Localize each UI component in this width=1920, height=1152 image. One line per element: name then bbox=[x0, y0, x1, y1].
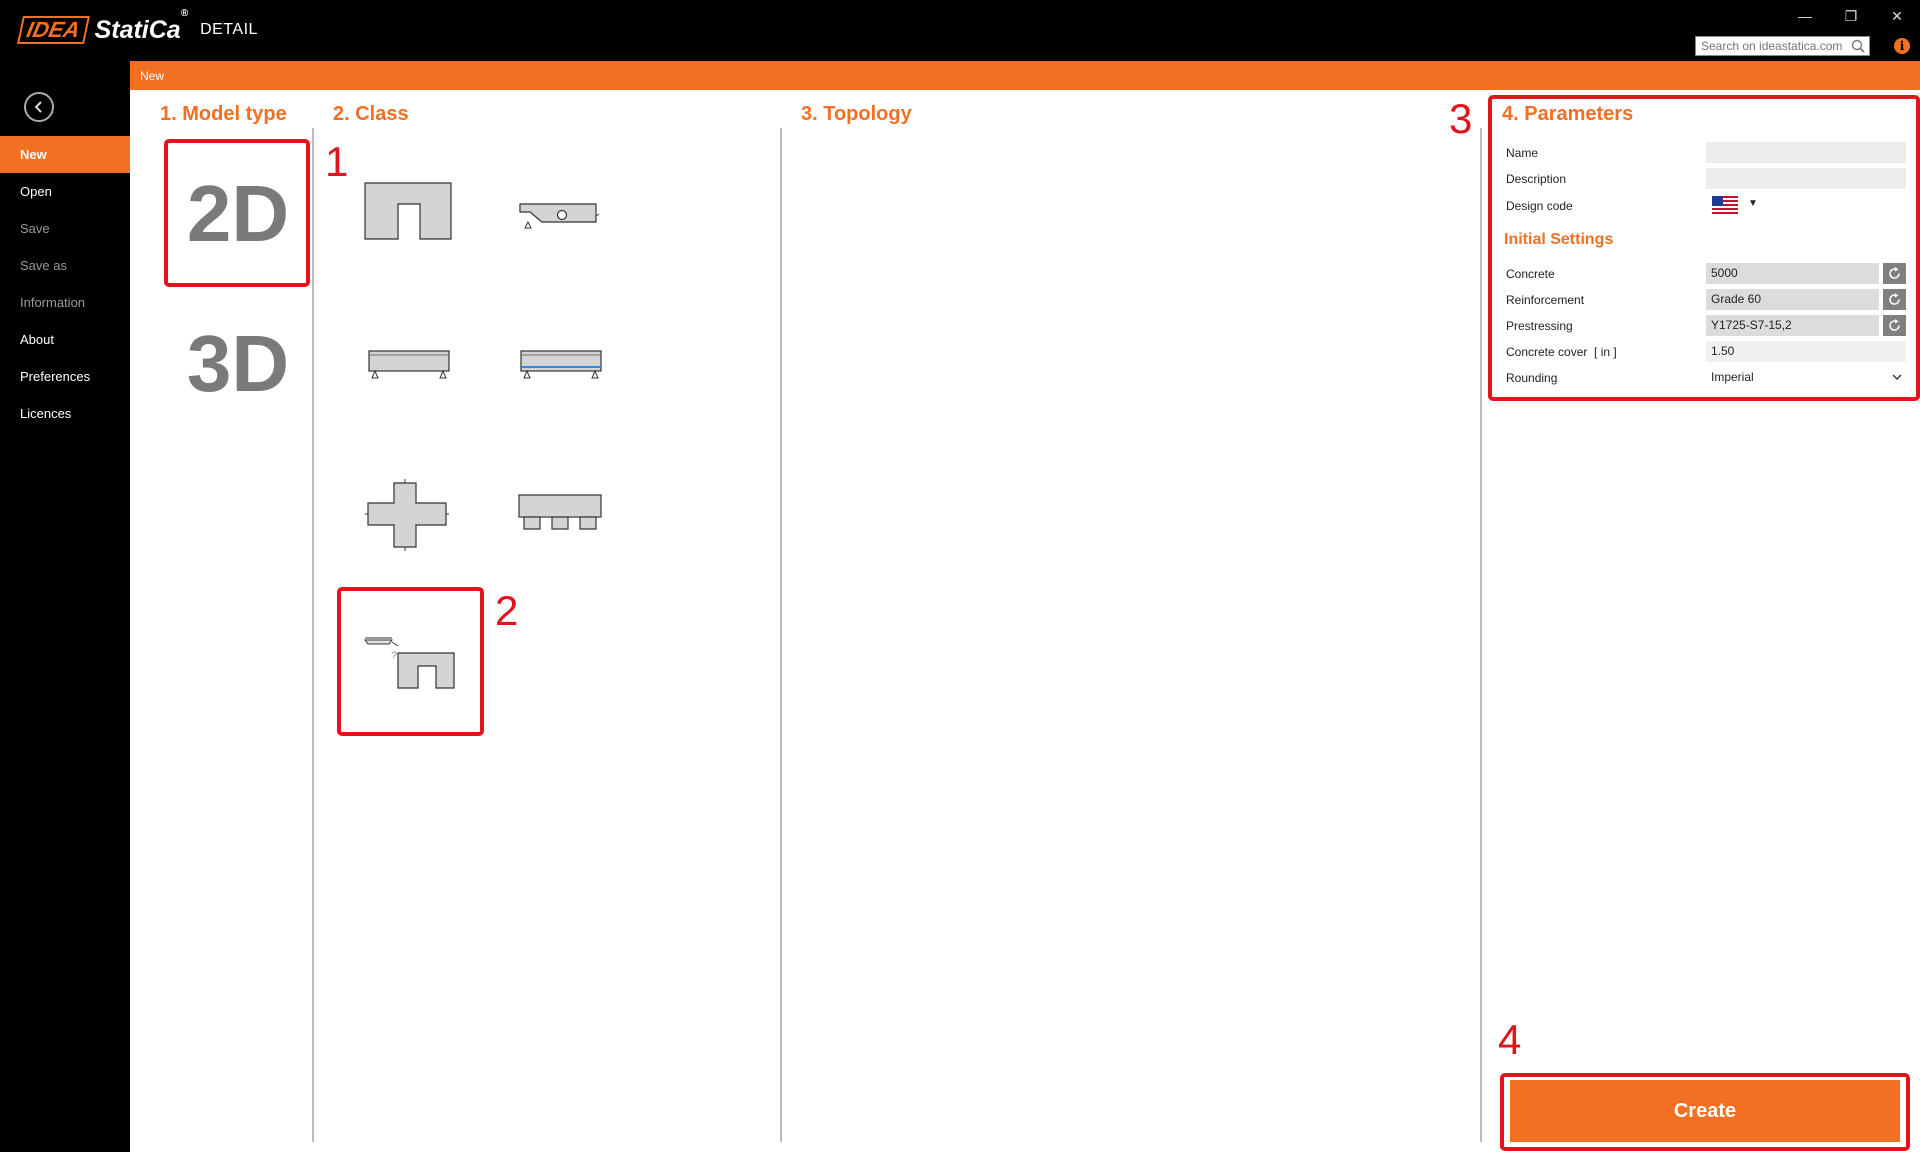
annotation-number: 2 bbox=[495, 587, 519, 634]
rounding-select[interactable]: Imperial bbox=[1706, 367, 1906, 388]
reinforcement-label: Reinforcement bbox=[1506, 293, 1585, 307]
sidebar-item-save[interactable]: Save bbox=[0, 210, 130, 247]
chevron-down-icon: ▼ bbox=[1748, 198, 1758, 209]
annotation-box-model-type bbox=[164, 139, 310, 287]
restore-button[interactable]: ❐ bbox=[1836, 6, 1866, 26]
annotation-number: 3 bbox=[1449, 95, 1473, 142]
chevron-down-icon bbox=[1892, 374, 1902, 380]
description-field[interactable] bbox=[1706, 168, 1906, 189]
class-pile-cap-icon[interactable] bbox=[516, 492, 604, 534]
rounding-value: Imperial bbox=[1711, 370, 1754, 384]
reinforcement-reset-button[interactable] bbox=[1883, 289, 1906, 310]
concrete-cover-label: Concrete cover [ in ] bbox=[1506, 345, 1617, 359]
section-title-model-type: 1. Model type bbox=[160, 103, 287, 125]
concrete-cover-field[interactable]: 1.50 bbox=[1706, 341, 1906, 362]
sidebar-item-preferences[interactable]: Preferences bbox=[0, 358, 130, 395]
concrete-cover-unit: [ in ] bbox=[1594, 345, 1617, 359]
design-code-label: Design code bbox=[1506, 199, 1573, 213]
close-button[interactable]: ✕ bbox=[1882, 6, 1912, 26]
column-divider bbox=[312, 128, 314, 1142]
class-prestressed-beam-icon[interactable] bbox=[518, 348, 604, 382]
name-label: Name bbox=[1506, 146, 1539, 160]
us-flag-icon bbox=[1712, 196, 1738, 214]
minimize-button[interactable]: — bbox=[1790, 6, 1820, 26]
breadcrumb-label: New bbox=[140, 69, 165, 83]
column-divider bbox=[780, 128, 782, 1142]
name-field[interactable] bbox=[1706, 142, 1906, 163]
annotation-box-class bbox=[337, 587, 484, 736]
reinforcement-field[interactable]: Grade 60 bbox=[1706, 289, 1879, 310]
chevron-left-icon bbox=[34, 101, 42, 113]
column-divider bbox=[1480, 128, 1482, 1142]
logo-name: StatiCa® bbox=[94, 7, 189, 44]
prestressing-label: Prestressing bbox=[1506, 319, 1573, 333]
sidebar-item-save-as[interactable]: Save as bbox=[0, 247, 130, 284]
concrete-field[interactable]: 5000 bbox=[1706, 263, 1879, 284]
sidebar-item-open[interactable]: Open bbox=[0, 173, 130, 210]
section-title-class: 2. Class bbox=[333, 103, 409, 125]
refresh-icon bbox=[1889, 267, 1900, 279]
logo-registered-mark: ® bbox=[180, 7, 189, 19]
prestressing-reset-button[interactable] bbox=[1883, 315, 1906, 336]
search-input[interactable] bbox=[1696, 37, 1856, 55]
create-button[interactable]: Create bbox=[1510, 1080, 1900, 1142]
back-button[interactable] bbox=[24, 92, 54, 122]
sidebar-item-about[interactable]: About bbox=[0, 321, 130, 358]
sidebar-item-licences[interactable]: Licences bbox=[0, 395, 130, 432]
search-box[interactable] bbox=[1695, 36, 1870, 56]
annotation-number: 4 bbox=[1498, 1016, 1522, 1063]
concrete-label: Concrete bbox=[1506, 267, 1555, 281]
section-title-topology: 3. Topology bbox=[801, 103, 912, 125]
class-joint-icon[interactable] bbox=[364, 478, 450, 552]
sidebar-item-information[interactable]: Information bbox=[0, 284, 130, 321]
class-beam-opening-icon[interactable] bbox=[518, 198, 600, 230]
model-type-3d-button[interactable]: 3D bbox=[168, 314, 308, 414]
rounding-label: Rounding bbox=[1506, 371, 1558, 385]
breadcrumb: New bbox=[130, 61, 1920, 90]
refresh-icon bbox=[1889, 293, 1900, 305]
refresh-icon bbox=[1889, 319, 1900, 331]
class-wall-opening-icon[interactable] bbox=[362, 180, 454, 242]
app-logo: IDEA StatiCa® DETAIL bbox=[17, 7, 258, 44]
concrete-reset-button[interactable] bbox=[1883, 263, 1906, 284]
logo-brand: IDEA bbox=[17, 16, 90, 44]
prestressing-field[interactable]: Y1725-S7-15,2 bbox=[1706, 315, 1879, 336]
logo-product: DETAIL bbox=[200, 21, 258, 38]
sidebar-item-new[interactable]: New bbox=[0, 136, 130, 173]
description-label: Description bbox=[1506, 172, 1567, 186]
annotation-number: 1 bbox=[325, 138, 349, 185]
title-bar: IDEA StatiCa® DETAIL — ❐ ✕ i bbox=[0, 0, 1920, 61]
search-icon[interactable] bbox=[1850, 38, 1866, 54]
class-beam-icon[interactable] bbox=[366, 348, 452, 382]
initial-settings-title: Initial Settings bbox=[1504, 231, 1614, 248]
sidebar: New Open Save Save as Information About … bbox=[0, 61, 130, 1152]
design-code-dropdown[interactable]: ▼ bbox=[1712, 196, 1772, 216]
info-icon[interactable]: i bbox=[1894, 38, 1910, 54]
